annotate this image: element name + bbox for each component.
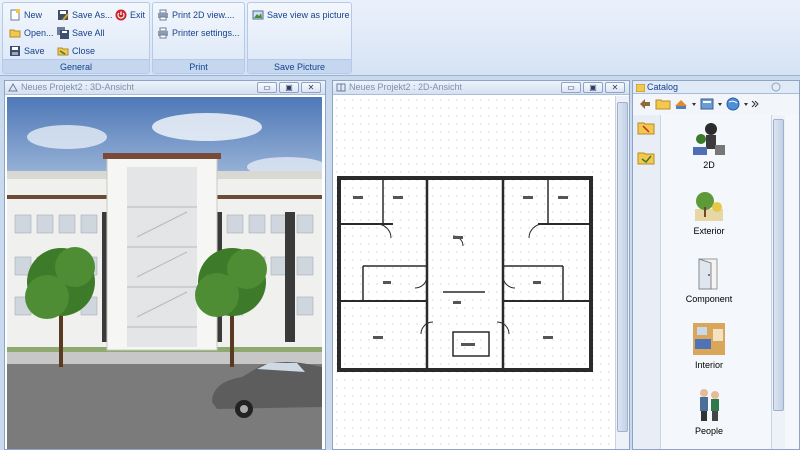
catalog-toolbar — [633, 94, 799, 114]
chevron-down-icon[interactable] — [691, 96, 697, 112]
chevron-down-icon[interactable] — [743, 96, 749, 112]
close-label: Close — [72, 46, 96, 56]
group-label-save-picture: Save Picture — [248, 59, 351, 73]
minimize-button[interactable]: ▭ — [257, 82, 277, 93]
catalog-item-people[interactable]: People — [661, 387, 757, 436]
open-folder-icon — [9, 27, 21, 39]
catalog-component-door-icon — [691, 255, 727, 291]
view-3d-title: Neues Projekt2 : 3D-Ansicht — [21, 82, 135, 92]
catalog-scrollbar[interactable] — [771, 115, 785, 449]
save-label: Save — [24, 46, 45, 56]
view-3d-window: Neues Projekt2 : 3D-Ansicht ▭ ▣ ✕ — [4, 80, 326, 450]
favorites-folder-icon[interactable] — [637, 119, 655, 137]
catalog-item-exterior[interactable]: Exterior — [661, 187, 757, 236]
ribbon-group-save-picture: Save view as picture Save Picture — [247, 2, 352, 74]
save-as-button[interactable]: Save As... — [57, 7, 113, 23]
chevron-down-icon[interactable] — [717, 96, 723, 112]
catalog-back-icon[interactable] — [637, 96, 653, 112]
catalog-item-label: People — [694, 426, 724, 436]
view-3d-titlebar[interactable]: Neues Projekt2 : 3D-Ansicht ▭ ▣ ✕ — [5, 81, 325, 95]
group-label-general: General — [3, 59, 149, 73]
save-disk-icon — [9, 45, 21, 57]
exit-button[interactable]: Exit — [115, 7, 145, 23]
ribbon-group-print: Print 2D view.... Printer settings... Pr… — [152, 2, 245, 74]
catalog-item-label: Component — [685, 294, 733, 304]
catalog-item-2d[interactable]: 2D — [661, 121, 757, 170]
printer-settings-label: Printer settings... — [172, 28, 240, 38]
save-view-label: Save view as picture — [267, 10, 350, 20]
recent-folder-icon[interactable] — [637, 149, 655, 167]
new-file-icon — [9, 9, 21, 21]
view-2d-titlebar[interactable]: Neues Projekt2 : 2D-Ansicht ▭ ▣ ✕ — [333, 81, 629, 95]
save-as-label: Save As... — [72, 10, 113, 20]
catalog-folder-icon[interactable] — [655, 96, 671, 112]
view-2d-window: Neues Projekt2 : 2D-Ansicht ▭ ▣ ✕ — [332, 80, 630, 450]
save-button[interactable]: Save — [9, 43, 45, 59]
close-window-button[interactable]: ✕ — [301, 82, 321, 93]
printer-settings-button[interactable]: Printer settings... — [157, 25, 240, 41]
new-button[interactable]: New — [9, 7, 42, 23]
globe-icon[interactable] — [725, 96, 741, 112]
pin-icon[interactable] — [771, 82, 781, 95]
3d-view-icon — [8, 82, 18, 92]
3d-building-render — [7, 97, 322, 449]
catalog-titlebar: Catalog — [633, 81, 799, 94]
catalog-scroll-thumb[interactable] — [773, 119, 784, 411]
ribbon-group-general: New Open... Save Save As... Save All Clo… — [2, 2, 150, 74]
picture-icon — [252, 9, 264, 21]
maximize-button[interactable]: ▣ — [279, 82, 299, 93]
close-window-button[interactable]: ✕ — [605, 82, 625, 93]
save-as-icon — [57, 9, 69, 21]
group-label-print: Print — [153, 59, 244, 73]
view-2d-title: Neues Projekt2 : 2D-Ansicht — [349, 82, 463, 92]
print-2d-button[interactable]: Print 2D view.... — [157, 7, 235, 23]
close-button[interactable]: Close — [57, 43, 95, 59]
catalog-interior-room-icon — [691, 321, 727, 357]
catalog-item-label: 2D — [703, 160, 715, 170]
ribbon: New Open... Save Save As... Save All Clo… — [0, 0, 800, 76]
save-all-label: Save All — [72, 28, 105, 38]
close-folder-icon — [57, 45, 69, 57]
power-icon — [115, 9, 127, 21]
catalog-item-label: Interior — [694, 360, 723, 370]
save-all-button[interactable]: Save All — [57, 25, 105, 41]
2d-floorplan-canvas[interactable] — [333, 96, 615, 449]
2d-scroll-thumb[interactable] — [617, 102, 628, 432]
minimize-button[interactable]: ▭ — [561, 82, 581, 93]
open-label: Open... — [24, 28, 54, 38]
catalog-people-icon — [691, 387, 727, 423]
print-2d-label: Print 2D view.... — [172, 10, 235, 20]
save-view-as-picture-button[interactable]: Save view as picture — [252, 7, 350, 23]
2d-view-scrollbar[interactable] — [615, 96, 629, 449]
catalog-item-component[interactable]: Component — [661, 255, 757, 304]
overflow-chevron-icon[interactable] — [751, 96, 759, 112]
catalog-layers-icon[interactable] — [673, 96, 689, 112]
catalog-icon — [635, 83, 646, 95]
catalog-title: Catalog — [647, 82, 679, 92]
save-all-icon — [57, 27, 69, 39]
floorplan-drawing — [337, 176, 593, 372]
catalog-items-list: 2D Exterior Component Interior People — [661, 115, 773, 449]
catalog-item-label: Exterior — [693, 226, 725, 236]
catalog-panel: Catalog 2D Exterior Component Interior P… — [632, 80, 800, 450]
catalog-exterior-tree-icon — [691, 187, 727, 223]
2d-view-icon — [336, 83, 346, 92]
3d-render-canvas[interactable] — [7, 97, 322, 449]
new-label: New — [24, 10, 43, 20]
printer-icon — [157, 9, 169, 21]
catalog-2d-people-icon — [691, 121, 727, 157]
maximize-button[interactable]: ▣ — [583, 82, 603, 93]
catalog-side-strip — [633, 115, 661, 449]
catalog-settings-icon[interactable] — [699, 96, 715, 112]
catalog-item-interior[interactable]: Interior — [661, 321, 757, 370]
exit-label: Exit — [130, 10, 146, 20]
open-button[interactable]: Open... — [9, 25, 54, 41]
printer-settings-icon — [157, 27, 169, 39]
